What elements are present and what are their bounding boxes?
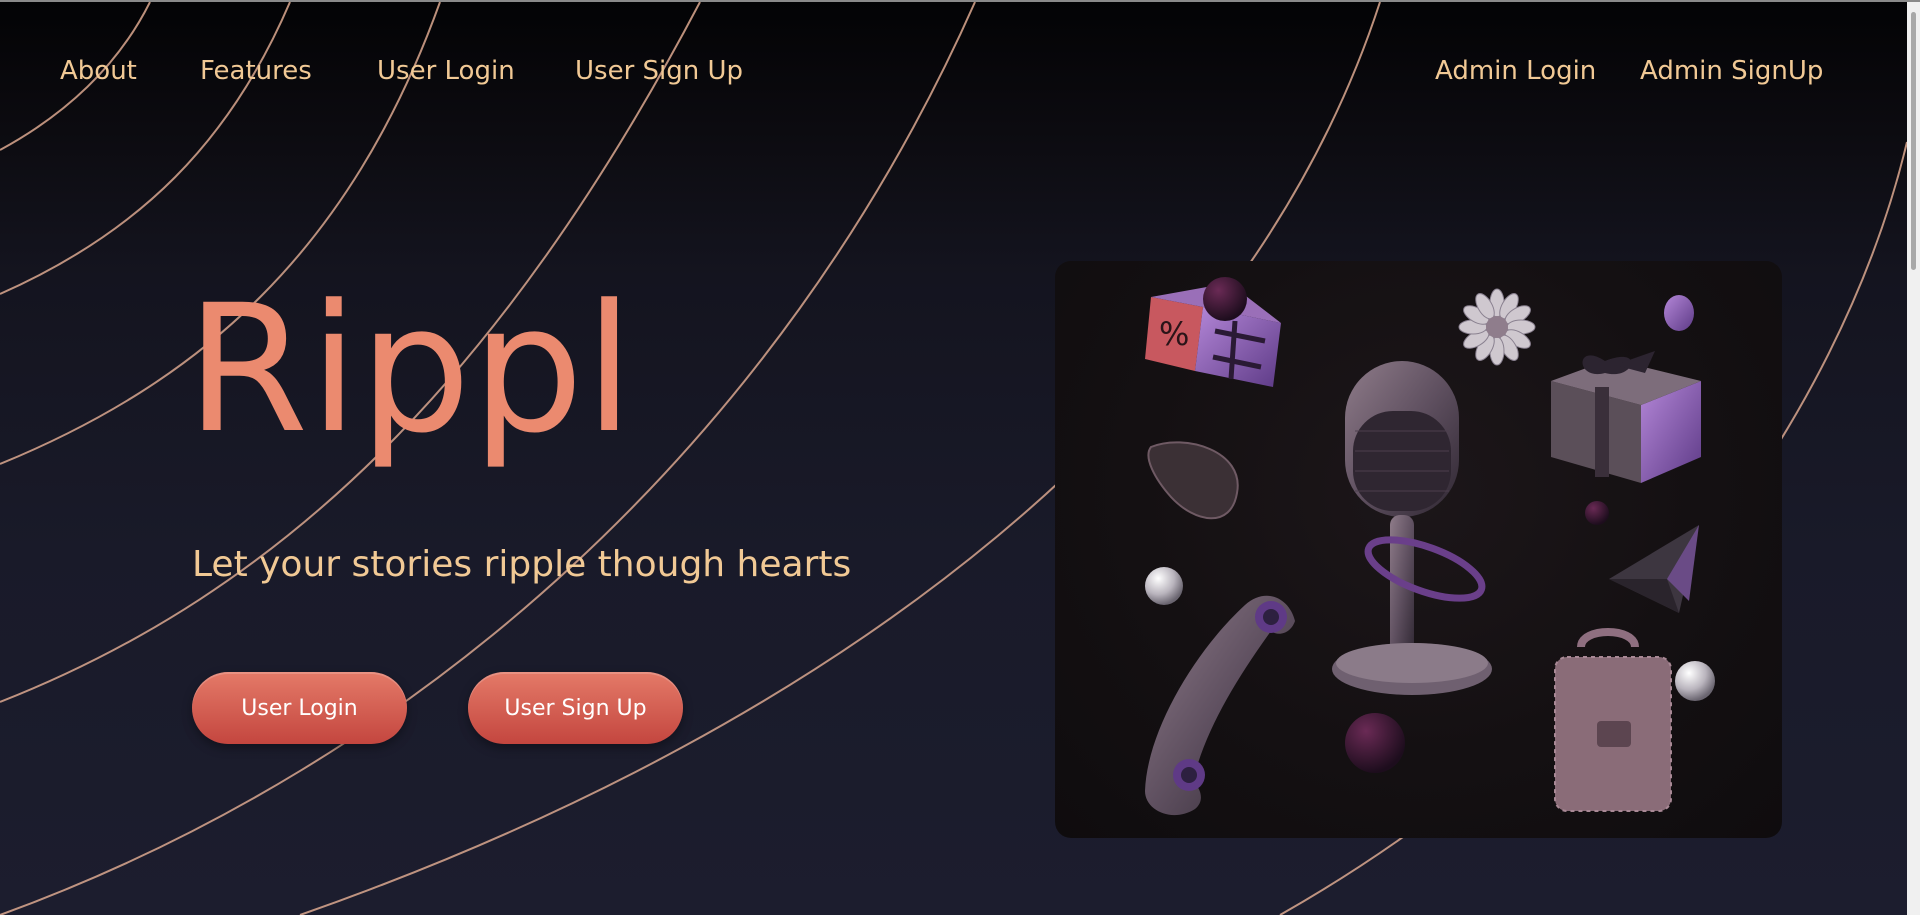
hero-illustration: %	[1055, 261, 1782, 838]
page-scrollbar[interactable]	[1907, 2, 1920, 915]
nav-about[interactable]: About	[60, 54, 137, 88]
hero-tagline: Let your stories ripple though hearts	[192, 544, 852, 585]
nav-user-signup[interactable]: User Sign Up	[575, 54, 743, 88]
bead-icon	[1585, 501, 1609, 525]
nav-user-login[interactable]: User Login	[377, 54, 515, 88]
nav-admin-login[interactable]: Admin Login	[1435, 54, 1596, 88]
nav-admin-signup[interactable]: Admin SignUp	[1640, 54, 1823, 88]
discount-box-icon: %	[1145, 277, 1281, 387]
user-signup-button[interactable]: User Sign Up	[468, 672, 683, 744]
user-login-button[interactable]: User Login	[192, 672, 407, 744]
glass-sphere-icon	[1675, 661, 1715, 701]
microphone-icon	[1332, 361, 1492, 695]
landing-page: About Features User Login User Sign Up A…	[0, 2, 1907, 915]
briefcase-icon	[1554, 628, 1715, 812]
paper-plane-icon	[1609, 525, 1699, 613]
guitar-pick-icon	[1147, 441, 1239, 520]
gift-box-icon	[1551, 351, 1701, 483]
nav-features[interactable]: Features	[200, 54, 312, 88]
scrollbar-thumb[interactable]	[1911, 12, 1916, 270]
bead-icon	[1345, 713, 1405, 773]
glass-sphere-icon	[1145, 567, 1183, 605]
illustration-svg: %	[1145, 277, 1715, 816]
svg-text:%: %	[1159, 315, 1189, 353]
telephone-handset-icon	[1145, 595, 1295, 816]
flower-icon	[1458, 288, 1536, 366]
bead-icon	[1664, 295, 1694, 331]
hero-title: Rippl	[186, 267, 635, 472]
